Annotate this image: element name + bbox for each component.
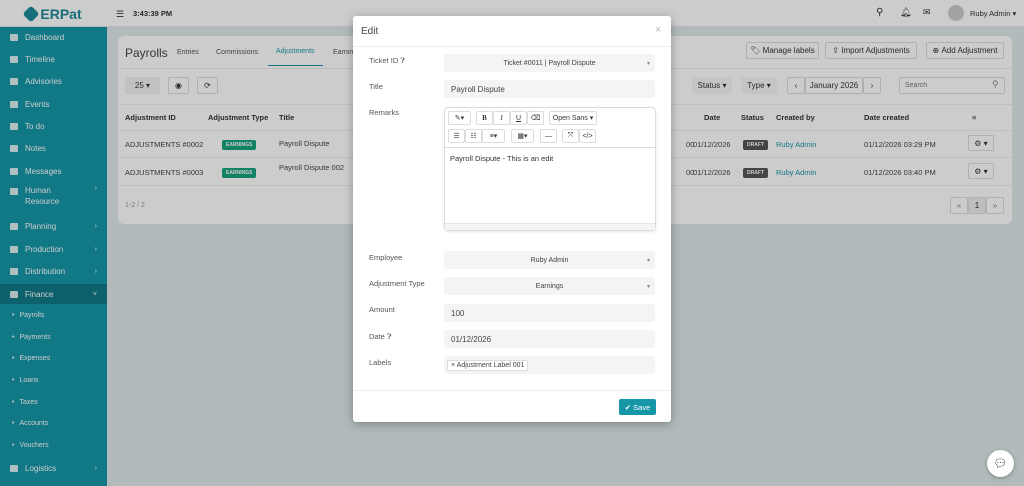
resize-handle[interactable] [445, 223, 655, 230]
date-input[interactable]: 01/12/2026 [444, 330, 655, 348]
title-label: Title [369, 82, 383, 91]
remarks-content[interactable]: Payroll Dispute - This is an edit [450, 154, 553, 163]
code-view-icon[interactable]: </> [579, 129, 596, 143]
employee-label: Employee [369, 253, 403, 262]
adjustment-type-label: Adjustment Type [369, 279, 425, 288]
close-icon[interactable]: × [655, 24, 661, 36]
ticket-select[interactable]: Ticket #0011 | Payroll Dispute ▾ [444, 54, 655, 72]
label-tag-text: Adjustment Label 001 [456, 361, 525, 369]
chat-icon[interactable]: 💬︎ [987, 450, 1014, 477]
labels-label: Labels [369, 358, 392, 367]
save-button[interactable]: ✔ Save [619, 399, 656, 415]
remove-tag-icon[interactable]: × [451, 362, 455, 369]
labels-input[interactable]: × Adjustment Label 001 [444, 356, 655, 374]
adjustment-type-select[interactable]: Earnings ▾ [444, 277, 655, 295]
title-input[interactable]: Payroll Dispute [444, 80, 655, 98]
label-tag: × Adjustment Label 001 [447, 359, 529, 371]
check-circle-icon: ✔ [624, 402, 632, 412]
caret-down-icon: ▾ [646, 283, 650, 290]
font-family-select[interactable]: Open Sans ▾ [549, 111, 597, 125]
amount-label: Amount [369, 305, 395, 314]
bullet-list-icon[interactable]: ☰ [448, 129, 465, 143]
edit-modal: Edit × Ticket ID ❓︎ Ticket #0011 | Payro… [353, 16, 671, 422]
remarks-label: Remarks [369, 108, 400, 117]
numbered-list-icon[interactable]: ☷ [465, 129, 482, 143]
employee-value: Ruby Admin [530, 256, 569, 264]
employee-select[interactable]: Ruby Admin ▾ [444, 251, 655, 269]
eraser-icon[interactable]: ⌫ [527, 111, 544, 125]
date-label: Date ❓︎ [369, 332, 392, 341]
remarks-editor: ✎▾ B I U ⌫ Open Sans ▾ ☰ ☷ ≡▾ ▦▾ — ⤧ </>… [444, 107, 656, 231]
ticket-value: Ticket #0011 | Payroll Dispute [503, 59, 596, 67]
help-icon[interactable]: ❓︎ [387, 332, 392, 341]
caret-down-icon: ▾ [646, 60, 650, 67]
table-icon[interactable]: ▦▾ [511, 129, 534, 143]
align-icon[interactable]: ≡▾ [482, 129, 505, 143]
magic-style-button[interactable]: ✎▾ [448, 111, 471, 125]
caret-down-icon: ▾ [646, 257, 650, 264]
fullscreen-icon[interactable]: ⤧ [562, 129, 579, 143]
underline-button[interactable]: U [510, 111, 527, 125]
bold-button[interactable]: B [476, 111, 493, 125]
amount-input[interactable]: 100 [444, 304, 655, 322]
italic-button[interactable]: I [493, 111, 510, 125]
modal-title: Edit [361, 26, 379, 37]
help-icon[interactable]: ❓︎ [400, 56, 405, 65]
horizontal-rule-icon[interactable]: — [540, 129, 557, 143]
font-value: Open Sans [552, 114, 588, 122]
save-label: Save [633, 402, 651, 412]
adjustment-type-value: Earnings [535, 282, 564, 290]
ticket-label: Ticket ID ❓︎ [369, 56, 405, 65]
